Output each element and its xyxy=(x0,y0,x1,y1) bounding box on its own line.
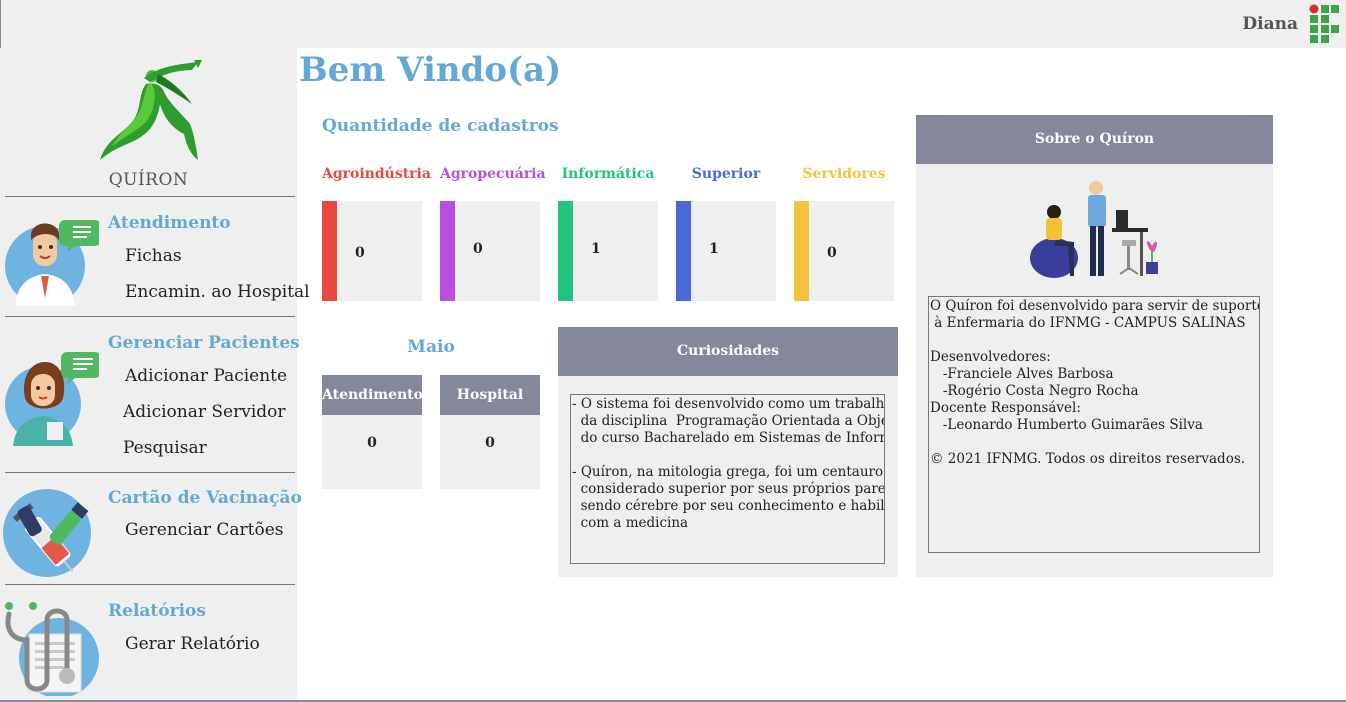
brand-name: QUÍRON xyxy=(108,170,189,190)
section-title-relatorios: Relatórios xyxy=(108,601,206,621)
menu-adicionar-servidor[interactable]: Adicionar Servidor xyxy=(123,402,286,422)
top-bar xyxy=(0,0,1346,48)
month-title: Maio xyxy=(407,337,455,357)
category-label-servidores: Servidores xyxy=(802,166,886,182)
category-count: 0 xyxy=(355,245,365,261)
sidebar-divider xyxy=(5,472,295,473)
sidebar-divider xyxy=(5,196,295,197)
username-label[interactable]: Diana xyxy=(1242,14,1298,34)
section-title-atendimento: Atendimento xyxy=(108,213,231,233)
menu-gerenciar-cartoes[interactable]: Gerenciar Cartões xyxy=(125,520,284,540)
nurse-avatar xyxy=(5,352,99,446)
menu-encaminhamento-hospital[interactable]: Encamin. ao Hospital xyxy=(125,282,310,302)
category-card-superior: 1 xyxy=(676,201,776,301)
category-card-agroindustria: 0 xyxy=(322,201,422,301)
category-count: 0 xyxy=(473,241,483,257)
curiosities-header: Curiosidades xyxy=(558,327,898,376)
category-card-agropecuaria: 0 xyxy=(440,201,540,301)
category-color-bar xyxy=(440,201,455,301)
page-title: Bem Vindo(a) xyxy=(299,50,562,90)
category-count: 1 xyxy=(591,241,601,257)
category-label-informatica: Informática xyxy=(561,166,655,182)
stat-header-atendimentos: Atendimentos xyxy=(322,375,431,415)
category-label-superior: Superior xyxy=(691,166,761,182)
category-color-bar xyxy=(322,201,337,301)
about-header: Sobre o Quíron xyxy=(916,115,1273,164)
stat-value-hospital: 0 xyxy=(440,415,540,489)
registrations-title: Quantidade de cadastros xyxy=(322,116,559,136)
sidebar-divider xyxy=(5,584,295,585)
consultation-illustration xyxy=(1030,181,1158,278)
about-textarea[interactable]: O Quíron foi desenvolvido para servir de… xyxy=(928,296,1260,553)
category-label-agroindustria: Agroindústria xyxy=(322,166,431,182)
category-color-bar xyxy=(794,201,809,301)
section-title-cartao-vacinacao: Cartão de Vacinação xyxy=(108,488,302,508)
category-card-informatica: 1 xyxy=(558,201,658,301)
category-count: 0 xyxy=(827,245,837,261)
category-card-servidores: 0 xyxy=(794,201,894,301)
stat-value-atendimentos: 0 xyxy=(322,415,422,489)
section-title-gerenciar-pacientes: Gerenciar Pacientes xyxy=(108,333,300,353)
vaccine-icon xyxy=(3,489,91,577)
sidebar-divider xyxy=(5,316,295,317)
category-count: 1 xyxy=(709,241,719,257)
menu-gerar-relatorio[interactable]: Gerar Relatório xyxy=(125,634,260,654)
stat-header-hospital: Hospital xyxy=(440,375,540,415)
category-color-bar xyxy=(676,201,691,301)
category-color-bar xyxy=(558,201,573,301)
curiosities-textarea[interactable]: - O sistema foi desenvolvido como um tra… xyxy=(570,394,885,564)
category-label-agropecuaria: Agropecuária xyxy=(440,166,546,182)
menu-adicionar-paciente[interactable]: Adicionar Paciente xyxy=(125,366,287,386)
menu-fichas[interactable]: Fichas xyxy=(125,246,182,266)
institution-logo xyxy=(1309,4,1339,43)
doctor-avatar xyxy=(5,220,99,306)
menu-pesquisar[interactable]: Pesquisar xyxy=(123,438,207,458)
quiron-logo xyxy=(100,60,202,160)
report-icon xyxy=(5,602,99,696)
